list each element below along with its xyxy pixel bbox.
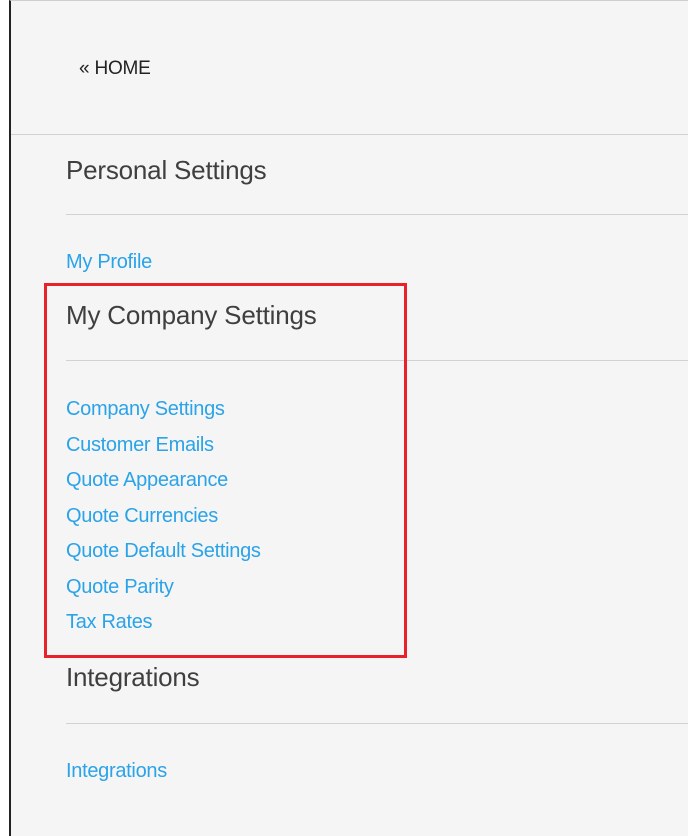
home-link[interactable]: « HOME (79, 58, 151, 80)
section-title-my-company-settings: My Company Settings (66, 300, 317, 330)
link-customer-emails[interactable]: Customer Emails (66, 434, 214, 457)
link-quote-default-settings[interactable]: Quote Default Settings (66, 540, 261, 563)
divider (66, 723, 688, 724)
section-title-personal-settings: Personal Settings (66, 155, 267, 185)
divider (11, 134, 688, 135)
link-quote-parity[interactable]: Quote Parity (66, 576, 174, 599)
link-integrations[interactable]: Integrations (66, 760, 167, 783)
link-my-profile[interactable]: My Profile (66, 251, 152, 274)
divider (66, 360, 688, 361)
section-title-integrations: Integrations (66, 662, 200, 692)
link-quote-currencies[interactable]: Quote Currencies (66, 505, 218, 528)
divider (66, 214, 688, 215)
link-quote-appearance[interactable]: Quote Appearance (66, 469, 228, 492)
link-tax-rates[interactable]: Tax Rates (66, 611, 153, 634)
link-company-settings[interactable]: Company Settings (66, 398, 225, 421)
